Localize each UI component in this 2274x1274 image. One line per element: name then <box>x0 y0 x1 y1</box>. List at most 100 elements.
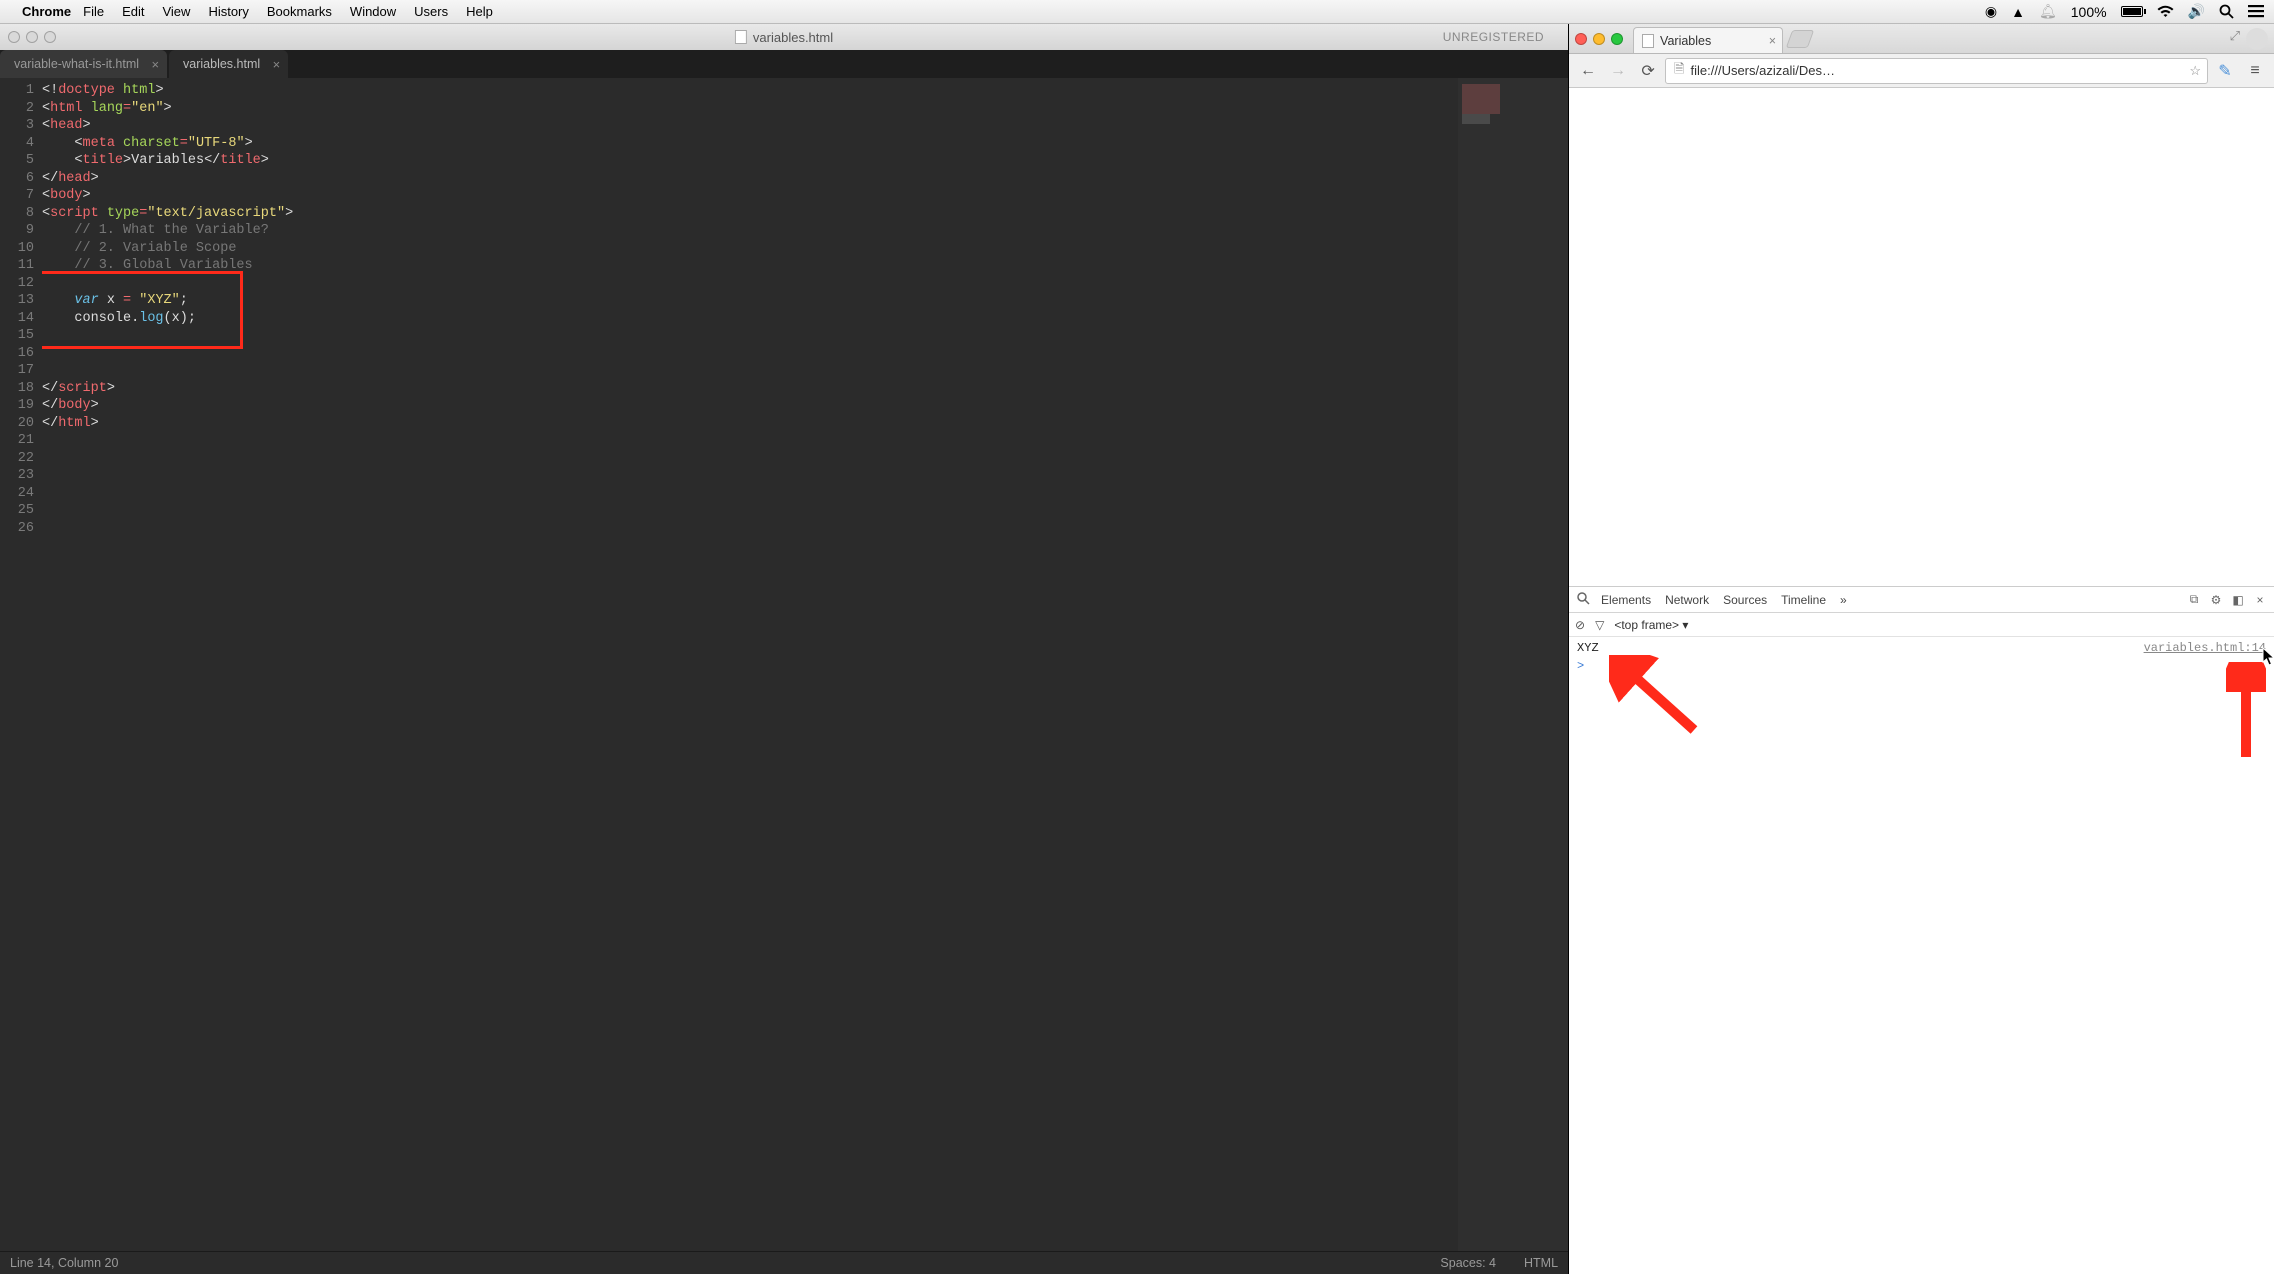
dock-icon[interactable]: ◧ <box>2228 593 2248 607</box>
sublime-tab-inactive[interactable]: variable-what-is-it.html × <box>0 50 167 78</box>
line-number: 21 <box>0 432 34 450</box>
url-text: file:///Users/azizali/Des… <box>1691 63 1835 78</box>
line-number: 16 <box>0 345 34 363</box>
menubar-item-bookmarks[interactable]: Bookmarks <box>267 4 332 19</box>
window-zoom-icon[interactable] <box>1611 33 1623 45</box>
line-number: 4 <box>0 135 34 153</box>
line-number: 7 <box>0 187 34 205</box>
menubar-item-help[interactable]: Help <box>466 4 493 19</box>
line-number: 26 <box>0 520 34 538</box>
status-spaces[interactable]: Spaces: 4 <box>1440 1256 1496 1270</box>
line-number: 25 <box>0 502 34 520</box>
chrome-tabstrip: Variables × ⤢ <box>1569 24 2274 54</box>
window-zoom-icon[interactable] <box>44 31 56 43</box>
line-number: 13 <box>0 292 34 310</box>
line-number: 11 <box>0 257 34 275</box>
close-icon[interactable]: × <box>273 57 281 72</box>
devtools-tab-elements[interactable]: Elements <box>1595 593 1657 607</box>
devtools-tab-network[interactable]: Network <box>1659 593 1715 607</box>
line-number: 12 <box>0 275 34 293</box>
line-number: 14 <box>0 310 34 328</box>
window-minimize-icon[interactable] <box>26 31 38 43</box>
file-icon: 🗎 <box>1674 60 1684 82</box>
devtools-panel: Elements Network Sources Timeline » ⧉ ⚙ … <box>1569 586 2274 1274</box>
line-number: 5 <box>0 152 34 170</box>
menu-list-icon[interactable] <box>2248 5 2264 18</box>
sublime-traffic-lights[interactable] <box>8 31 56 43</box>
line-number: 9 <box>0 222 34 240</box>
line-number: 10 <box>0 240 34 258</box>
wifi-icon[interactable] <box>2157 5 2174 18</box>
window-close-icon[interactable] <box>8 31 20 43</box>
menubar-item-history[interactable]: History <box>208 4 248 19</box>
sublime-status-bar: Line 14, Column 20 Spaces: 4 HTML <box>0 1251 1568 1274</box>
address-bar[interactable]: 🗎 file:///Users/azizali/Des… ☆ <box>1665 58 2208 84</box>
close-icon[interactable]: × <box>1769 34 1776 48</box>
back-button[interactable]: ← <box>1575 58 1601 84</box>
user-avatar-icon[interactable] <box>2246 28 2268 50</box>
screencast-icon[interactable]: ◉ <box>1985 3 1997 20</box>
line-number: 24 <box>0 485 34 503</box>
devtools-tabs-overflow[interactable]: » <box>1834 593 1853 607</box>
line-number: 18 <box>0 380 34 398</box>
spotlight-icon[interactable] <box>2219 4 2234 19</box>
forward-button[interactable]: → <box>1605 58 1631 84</box>
console-row: XYZ variables.html:14 <box>1577 641 2266 655</box>
menubar-item-view[interactable]: View <box>162 4 190 19</box>
notifications-icon[interactable]: 🔔︎ <box>2039 3 2057 20</box>
clear-console-icon[interactable]: ⊘ <box>1575 618 1585 632</box>
annotation-arrow-right <box>2226 662 2266 762</box>
status-syntax[interactable]: HTML <box>1524 1256 1558 1270</box>
sublime-tab-active[interactable]: variables.html × <box>169 50 288 78</box>
devtools-tab-timeline[interactable]: Timeline <box>1775 593 1832 607</box>
code-editor[interactable]: <!doctype html> <html lang="en"> <head> … <box>42 78 1458 537</box>
bookmark-star-icon[interactable]: ☆ <box>2189 63 2201 79</box>
chrome-window: Variables × ⤢ ← → ⟳ 🗎 file:///Users/aziz… <box>1569 24 2274 1274</box>
chrome-traffic-lights[interactable] <box>1575 33 1623 45</box>
line-number: 3 <box>0 117 34 135</box>
mac-menubar: Chrome File Edit View History Bookmarks … <box>0 0 2274 24</box>
extension-icon[interactable]: ✎ <box>2212 58 2238 84</box>
devtools-console[interactable]: XYZ variables.html:14 > <box>1569 637 2274 1274</box>
menubar-item-users[interactable]: Users <box>414 4 448 19</box>
search-icon[interactable] <box>1573 592 1593 608</box>
console-source-link[interactable]: variables.html:14 <box>2144 641 2266 655</box>
gear-icon[interactable]: ⚙ <box>2206 593 2226 607</box>
expand-icon[interactable]: ⤢ <box>2230 28 2240 50</box>
devtools-tab-sources[interactable]: Sources <box>1717 593 1773 607</box>
close-icon[interactable]: × <box>151 57 159 72</box>
toggle-drawer-icon[interactable]: ⧉ <box>2184 592 2204 607</box>
battery-icon[interactable] <box>2121 6 2143 17</box>
line-number: 8 <box>0 205 34 223</box>
window-minimize-icon[interactable] <box>1593 33 1605 45</box>
sublime-minimap[interactable] <box>1458 78 1568 1251</box>
line-number: 6 <box>0 170 34 188</box>
console-prompt[interactable]: > <box>1577 659 2266 673</box>
sublime-tab-label: variables.html <box>183 57 260 71</box>
devtools-console-toolbar: ⊘ ▽ <top frame> ▾ <box>1569 613 2274 637</box>
gdrive-icon[interactable]: ▲ <box>2011 4 2025 20</box>
menubar-item-file[interactable]: File <box>83 4 104 19</box>
sublime-window: variables.html UNREGISTERED variable-wha… <box>0 24 1569 1274</box>
sublime-titlebar[interactable]: variables.html UNREGISTERED <box>0 24 1568 50</box>
menubar-item-window[interactable]: Window <box>350 4 396 19</box>
new-tab-button[interactable] <box>1786 30 1815 48</box>
line-number: 17 <box>0 362 34 380</box>
sublime-unregistered-label: UNREGISTERED <box>1443 30 1544 44</box>
reload-button[interactable]: ⟳ <box>1635 58 1661 84</box>
line-number: 22 <box>0 450 34 468</box>
volume-icon[interactable]: 🔊 <box>2188 3 2205 20</box>
filter-icon[interactable]: ▽ <box>1595 618 1604 632</box>
sublime-tab-bar: variable-what-is-it.html × variables.htm… <box>0 50 1568 78</box>
frame-selector[interactable]: <top frame> ▾ <box>1614 618 1688 632</box>
menubar-item-edit[interactable]: Edit <box>122 4 144 19</box>
document-icon <box>735 30 747 44</box>
line-number: 1 <box>0 82 34 100</box>
close-icon[interactable]: × <box>2250 593 2270 607</box>
chrome-menu-button[interactable]: ≡ <box>2242 58 2268 84</box>
sublime-editor-area: 1 2 3 4 5 6 7 8 9 10 11 12 13 14 15 16 1… <box>0 78 1568 1251</box>
menubar-app-name[interactable]: Chrome <box>22 4 71 19</box>
chrome-tab[interactable]: Variables × <box>1633 27 1783 53</box>
devtools-tabbar: Elements Network Sources Timeline » ⧉ ⚙ … <box>1569 587 2274 613</box>
window-close-icon[interactable] <box>1575 33 1587 45</box>
